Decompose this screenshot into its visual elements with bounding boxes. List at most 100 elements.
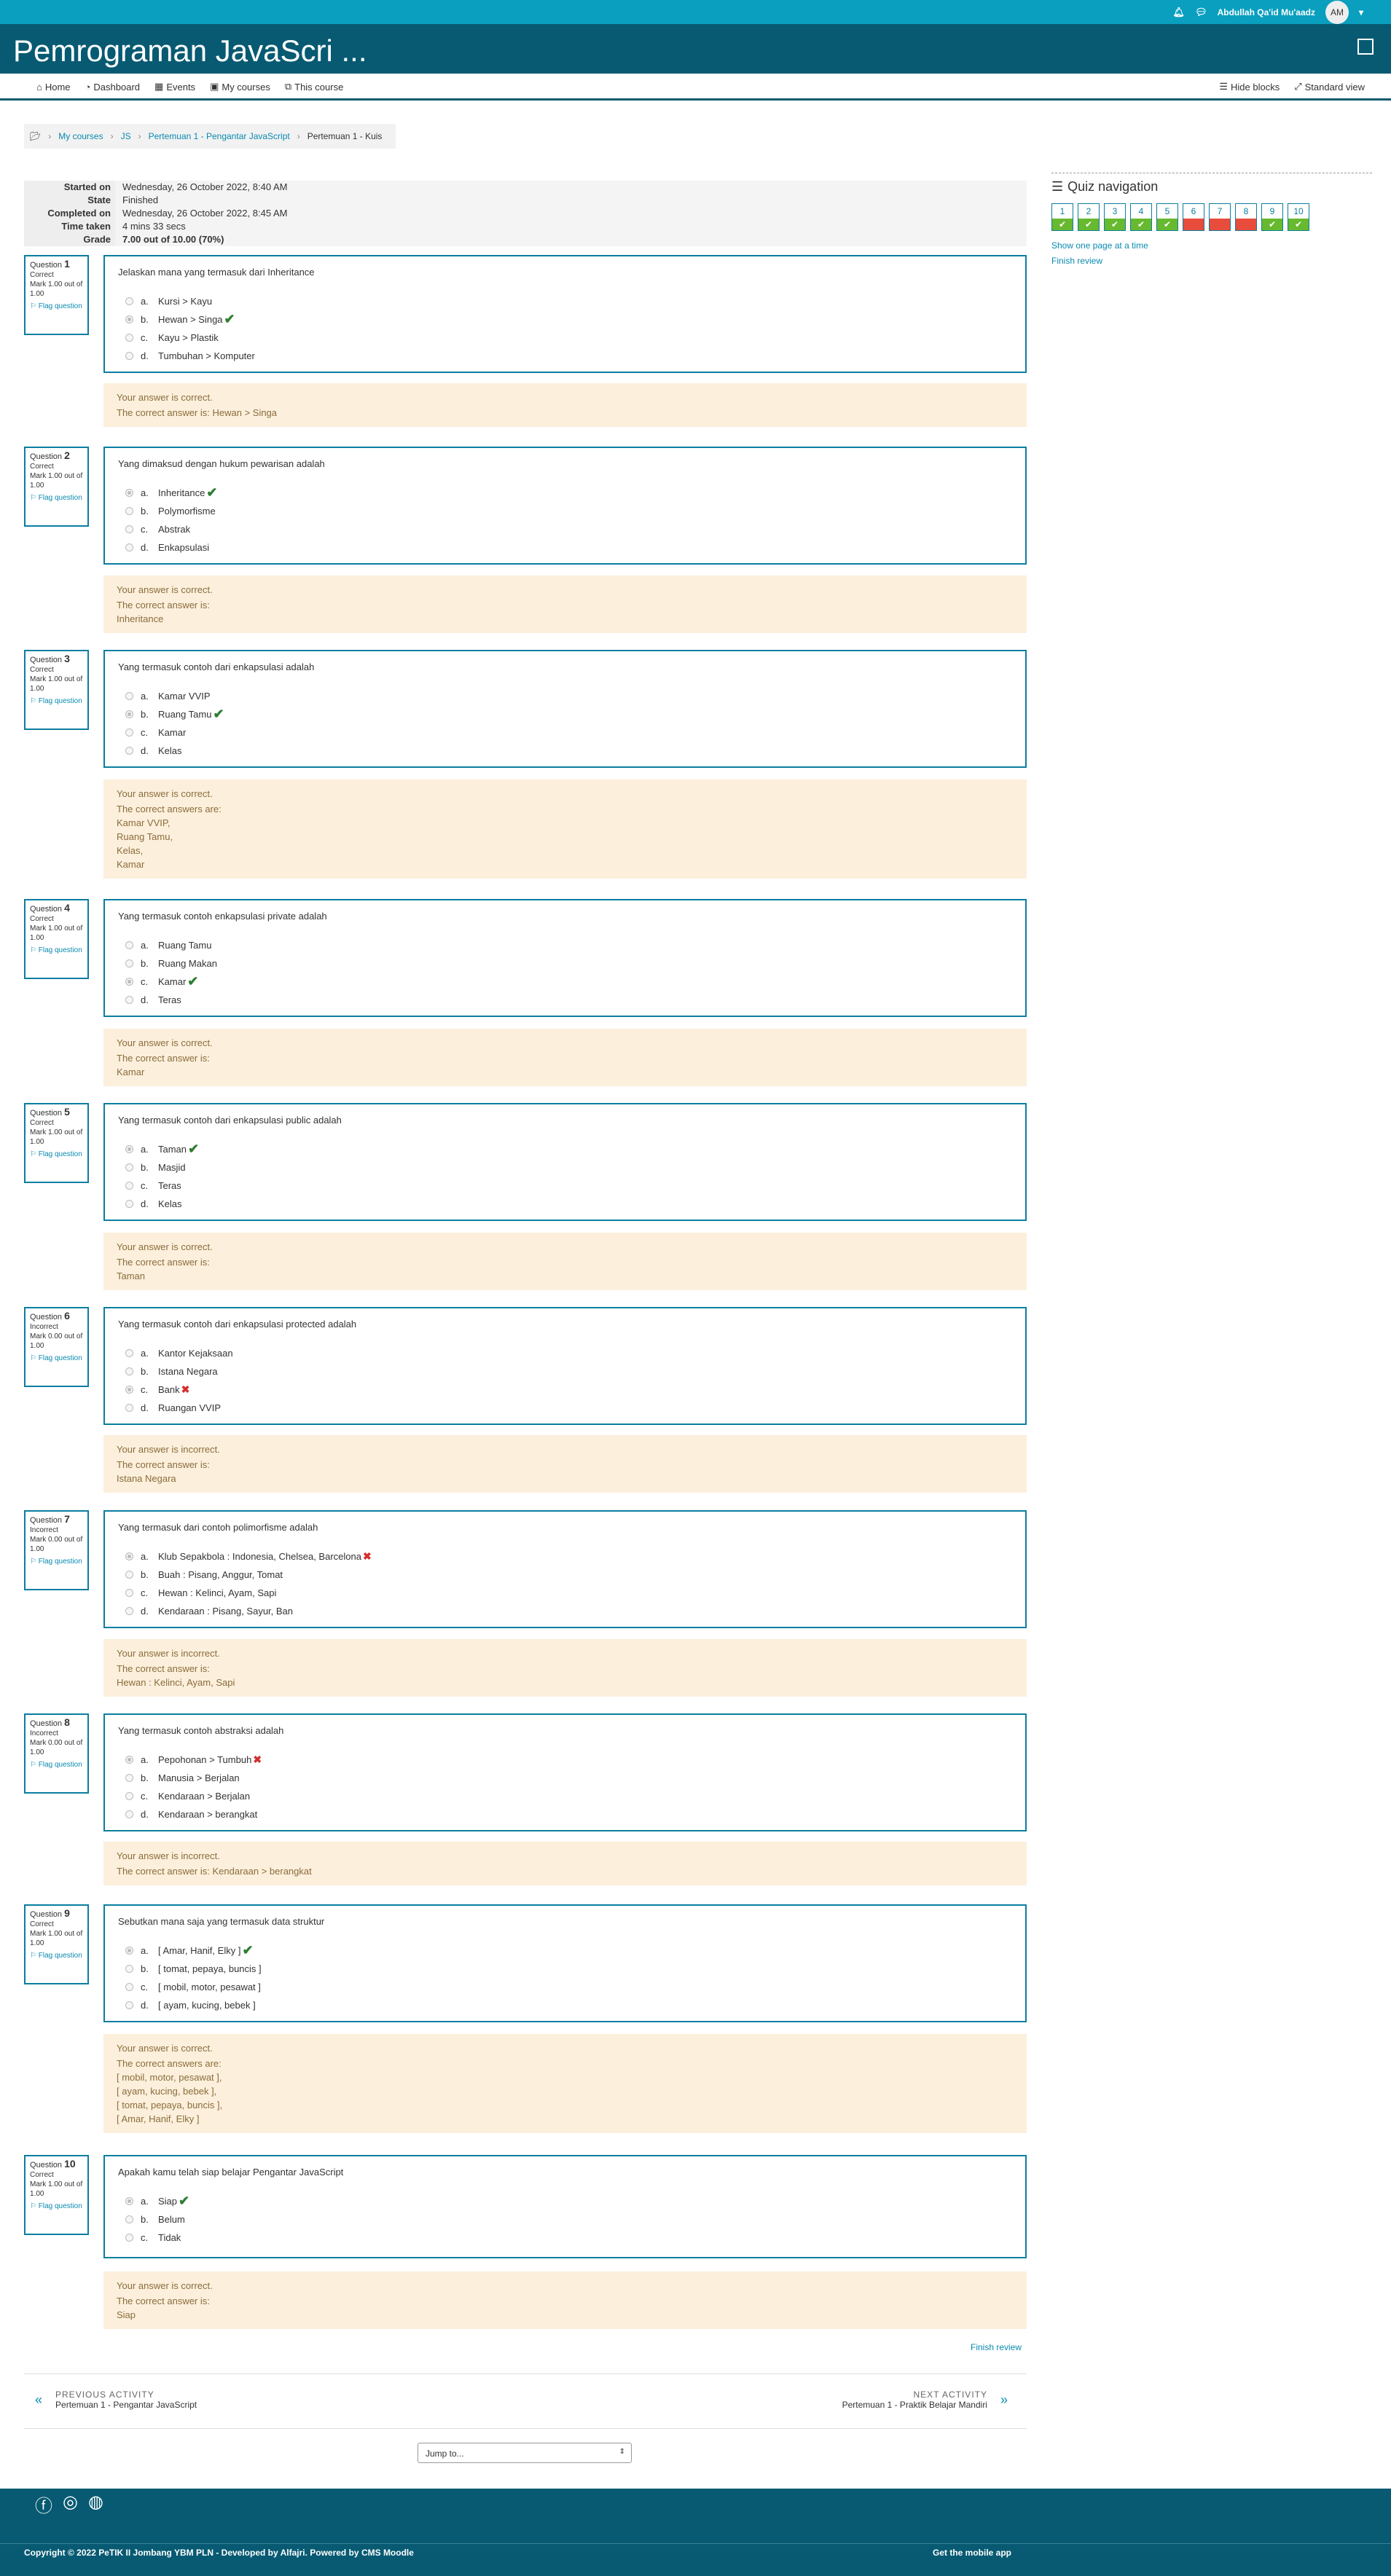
radio-button[interactable] <box>125 489 133 497</box>
nav-my-courses[interactable]: ▣ My courses <box>210 81 270 93</box>
chat-icon[interactable]: 💬︎ <box>1195 7 1207 18</box>
radio-button[interactable] <box>125 1607 133 1615</box>
breadcrumb-separator: › <box>48 131 52 141</box>
option-letter: b. <box>141 2214 149 2225</box>
radio-button[interactable] <box>125 1182 133 1190</box>
next-name: Pertemuan 1 - Praktik Belajar Mandiri <box>842 2400 987 2410</box>
radio-button[interactable] <box>125 1810 133 1818</box>
feedback-line: Kamar VVIP, <box>117 817 171 828</box>
show-one-page-link[interactable]: Show one page at a time <box>1051 240 1148 251</box>
radio-button[interactable] <box>125 2197 133 2205</box>
quiz-nav-button[interactable]: 8 <box>1235 203 1257 231</box>
radio-button[interactable] <box>125 2215 133 2223</box>
quiz-nav-button[interactable]: 2 ✔ <box>1078 203 1100 231</box>
flag-question-link[interactable]: ⚐ Flag question <box>30 1760 83 1770</box>
quiz-nav-button[interactable]: 10 ✔ <box>1288 203 1309 231</box>
radio-button[interactable] <box>125 297 133 305</box>
finish-review-bottom-link[interactable]: Finish review <box>971 2342 1022 2352</box>
radio-button[interactable] <box>125 1571 133 1579</box>
radio-button[interactable] <box>125 1983 133 1991</box>
radio-button[interactable] <box>125 352 133 360</box>
radio-button[interactable] <box>125 525 133 533</box>
radio-button[interactable] <box>125 692 133 700</box>
radio-button[interactable] <box>125 507 133 515</box>
chevron-down-icon[interactable]: ▾ <box>1359 7 1363 17</box>
radio-button[interactable] <box>125 2001 133 2009</box>
mobile-app-link[interactable]: Get the mobile app <box>933 2548 1011 2558</box>
calendar-icon: ▦ <box>154 81 164 92</box>
drawer-toggle-icon[interactable] <box>1357 39 1374 55</box>
facebook-icon[interactable]: ⓕ <box>35 2491 52 2517</box>
radio-button[interactable] <box>125 959 133 967</box>
question-text: Yang termasuk dari contoh polimorfisme a… <box>118 1522 318 1533</box>
radio-button[interactable] <box>125 1200 133 1208</box>
finish-review-link[interactable]: Finish review <box>1051 256 1102 266</box>
feedback-line: The correct answer is: <box>117 2296 210 2306</box>
flag-question-link[interactable]: ⚐ Flag question <box>30 1557 83 1566</box>
radio-button[interactable] <box>125 1163 133 1171</box>
breadcrumb-section[interactable]: Pertemuan 1 - Pengantar JavaScript <box>149 131 290 141</box>
radio-button[interactable] <box>125 1145 133 1153</box>
radio-button[interactable] <box>125 747 133 755</box>
jump-to-select[interactable]: Jump to... ⇕ <box>418 2443 632 2463</box>
nav-this-course[interactable]: ⧉ This course <box>285 81 344 93</box>
quiz-nav-button[interactable]: 1 ✔ <box>1051 203 1073 231</box>
radio-button[interactable] <box>125 1589 133 1597</box>
quiz-nav-button[interactable]: 9 ✔ <box>1261 203 1283 231</box>
jump-to-value: Jump to... <box>426 2449 464 2459</box>
avatar[interactable]: AM <box>1325 0 1349 24</box>
radio-button[interactable] <box>125 729 133 737</box>
option-text: Taman <box>158 1144 187 1155</box>
radio-button[interactable] <box>125 996 133 1004</box>
next-activity-link[interactable]: NEXT ACTIVITY Pertemuan 1 - Praktik Belaj… <box>842 2390 1008 2410</box>
radio-button[interactable] <box>125 315 133 323</box>
radio-button[interactable] <box>125 1349 133 1357</box>
nav-dashboard[interactable]: ◔ Dashboard <box>85 81 140 93</box>
breadcrumb-separator: › <box>110 131 114 141</box>
radio-button[interactable] <box>125 2234 133 2242</box>
user-name[interactable]: Abdullah Qa'id Mu'aadz <box>1218 7 1315 17</box>
radio-button[interactable] <box>125 334 133 342</box>
radio-button[interactable] <box>125 1965 133 1973</box>
quiz-nav-button[interactable]: 7 <box>1209 203 1231 231</box>
flag-question-link[interactable]: ⚐ Flag question <box>30 1354 83 1363</box>
flag-question-link[interactable]: ⚐ Flag question <box>30 2202 83 2211</box>
radio-button[interactable] <box>125 1367 133 1375</box>
radio-button[interactable] <box>125 543 133 551</box>
flag-question-link[interactable]: ⚐ Flag question <box>30 946 83 955</box>
flag-question-link[interactable]: ⚐ Flag question <box>30 696 83 706</box>
flag-question-link[interactable]: ⚐ Flag question <box>30 1951 83 1960</box>
bell-icon[interactable]: 🔔︎ <box>1173 7 1186 18</box>
quiz-nav-button[interactable]: 3 ✔ <box>1104 203 1126 231</box>
feedback-box: Your answer is correct. The correct answe… <box>103 2271 1027 2329</box>
nav-events[interactable]: ▦ Events <box>154 81 195 93</box>
globe-icon[interactable]: ◍ <box>88 2491 103 2517</box>
question-text: Yang termasuk contoh abstraksi adalah <box>118 1725 284 1736</box>
breadcrumb-my-courses[interactable]: My courses <box>58 131 103 141</box>
radio-button[interactable] <box>125 1792 133 1800</box>
nav-home[interactable]: ⌂ Home <box>36 81 71 93</box>
hide-blocks-button[interactable]: ☰ Hide blocks <box>1219 81 1280 93</box>
previous-activity-link[interactable]: « PREVIOUS ACTIVITY Pertemuan 1 - Pengant… <box>35 2390 197 2410</box>
option-letter: a. <box>141 2196 149 2207</box>
radio-button[interactable] <box>125 1386 133 1394</box>
quiz-nav-button[interactable]: 4 ✔ <box>1130 203 1152 231</box>
instagram-icon[interactable]: ◎ <box>63 2491 78 2517</box>
radio-button[interactable] <box>125 1756 133 1764</box>
flag-question-link[interactable]: ⚐ Flag question <box>30 302 83 311</box>
radio-button[interactable] <box>125 1552 133 1560</box>
standard-view-button[interactable]: ⤢ Standard view <box>1294 81 1365 93</box>
quiz-nav-button[interactable]: 6 <box>1183 203 1204 231</box>
radio-button[interactable] <box>125 710 133 718</box>
radio-button[interactable] <box>125 1404 133 1412</box>
breadcrumb-course[interactable]: JS <box>121 131 131 141</box>
radio-button[interactable] <box>125 1947 133 1955</box>
quiz-nav-number: 5 <box>1164 206 1170 216</box>
quiz-nav-number: 8 <box>1243 206 1249 216</box>
radio-button[interactable] <box>125 978 133 986</box>
flag-question-link[interactable]: ⚐ Flag question <box>30 1150 83 1159</box>
quiz-nav-button[interactable]: 5 ✔ <box>1156 203 1178 231</box>
flag-question-link[interactable]: ⚐ Flag question <box>30 493 83 503</box>
radio-button[interactable] <box>125 941 133 949</box>
radio-button[interactable] <box>125 1774 133 1782</box>
